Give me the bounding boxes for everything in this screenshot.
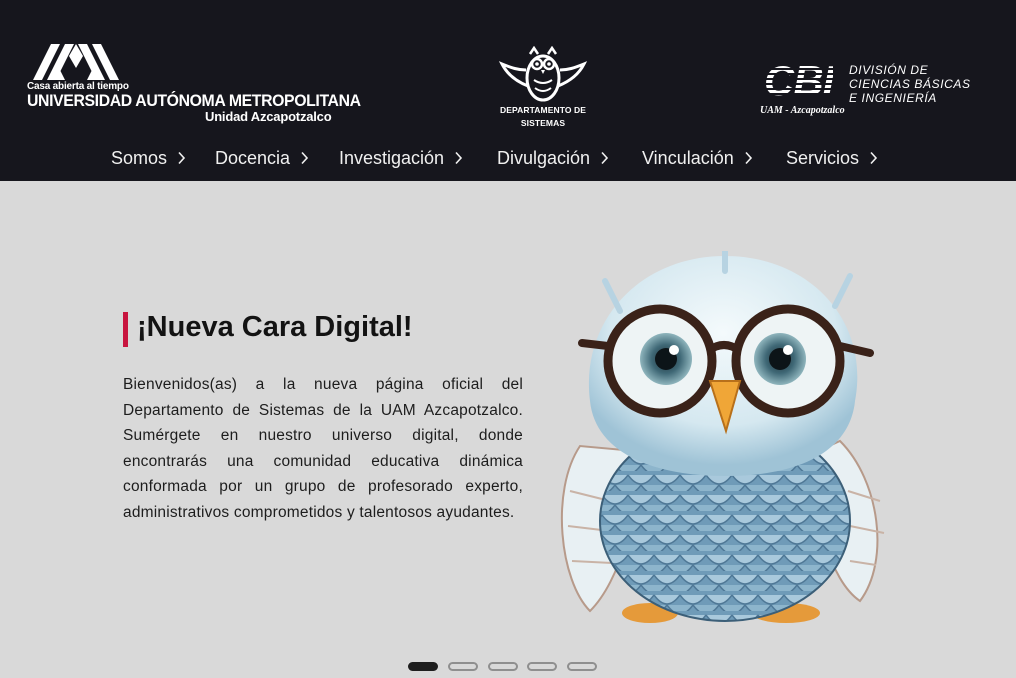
owl-logo-icon	[498, 46, 588, 102]
nav-item-label: Somos	[111, 147, 168, 168]
department-name: DEPARTAMENTO DE SISTEMAS	[488, 104, 598, 130]
uam-emblem-icon	[33, 44, 119, 80]
cbi-mark: CBI	[764, 57, 834, 104]
chevron-right-icon	[178, 151, 186, 165]
nav-item-label: Docencia	[215, 147, 291, 168]
nav-item-vinculacion[interactable]: Vinculación	[642, 140, 753, 176]
uam-unit: Unidad Azcapotzalco	[205, 109, 332, 124]
nav-item-label: Divulgación	[497, 147, 591, 168]
site-header: Casa abierta al tiempo UNIVERSIDAD AUTÓN…	[0, 0, 1016, 181]
chevron-right-icon	[301, 151, 309, 165]
owl-illustration	[560, 251, 885, 623]
nav-item-label: Vinculación	[642, 147, 734, 168]
uam-logo[interactable]: Casa abierta al tiempo UNIVERSIDAD AUTÓN…	[27, 44, 361, 128]
cbi-campus: UAM - Azcapotzalco	[760, 105, 845, 116]
hero-description: Bienvenidos(as) a la nueva página oficia…	[123, 376, 523, 521]
uam-name: UNIVERSIDAD AUTÓNOMA METROPOLITANA	[27, 91, 361, 110]
nav-item-investigacion[interactable]: Investigación	[339, 140, 463, 176]
carousel-indicators	[0, 659, 1016, 673]
title-accent-bar	[123, 312, 128, 347]
department-logo[interactable]: DEPARTAMENTO DE SISTEMAS	[488, 46, 598, 132]
nav-item-docencia[interactable]: Docencia	[215, 140, 309, 176]
nav-item-servicios[interactable]: Servicios	[786, 140, 878, 176]
cbi-logo[interactable]: CBI DIVISIÓN DE CIENCIAS BÁSICAS E INGEN…	[760, 60, 970, 124]
chevron-right-icon	[870, 151, 878, 165]
carousel-dot-4[interactable]	[527, 662, 557, 671]
carousel-dot-1[interactable]	[408, 662, 438, 671]
carousel-dot-5[interactable]	[567, 662, 597, 671]
nav-item-label: Investigación	[339, 147, 445, 168]
chevron-right-icon	[601, 151, 609, 165]
cbi-line-3: E INGENIERÍA	[849, 91, 937, 105]
carousel-dot-2[interactable]	[448, 662, 478, 671]
hero-carousel: ¡Nueva Cara Digital! Bienvenidos(as) a l…	[0, 181, 1016, 678]
nav-item-divulgacion[interactable]: Divulgación	[497, 140, 609, 176]
chevron-right-icon	[455, 151, 463, 165]
cbi-line-1: DIVISIÓN DE	[849, 63, 929, 77]
chevron-right-icon	[745, 151, 752, 165]
department-line-1: DEPARTAMENTO DE	[499, 105, 587, 115]
department-line-2: SISTEMAS	[520, 118, 566, 128]
nav-item-somos[interactable]: Somos	[111, 140, 186, 176]
hero-title: ¡Nueva Cara Digital!	[137, 311, 413, 343]
main-nav: Somos Docencia Investigación Divulgación…	[0, 140, 1016, 176]
cbi-line-2: CIENCIAS BÁSICAS	[849, 77, 971, 91]
carousel-dot-3[interactable]	[488, 662, 518, 671]
cbi-division-name: DIVISIÓN DE CIENCIAS BÁSICAS E INGENIERÍ…	[849, 63, 971, 105]
nav-item-label: Servicios	[786, 147, 860, 168]
